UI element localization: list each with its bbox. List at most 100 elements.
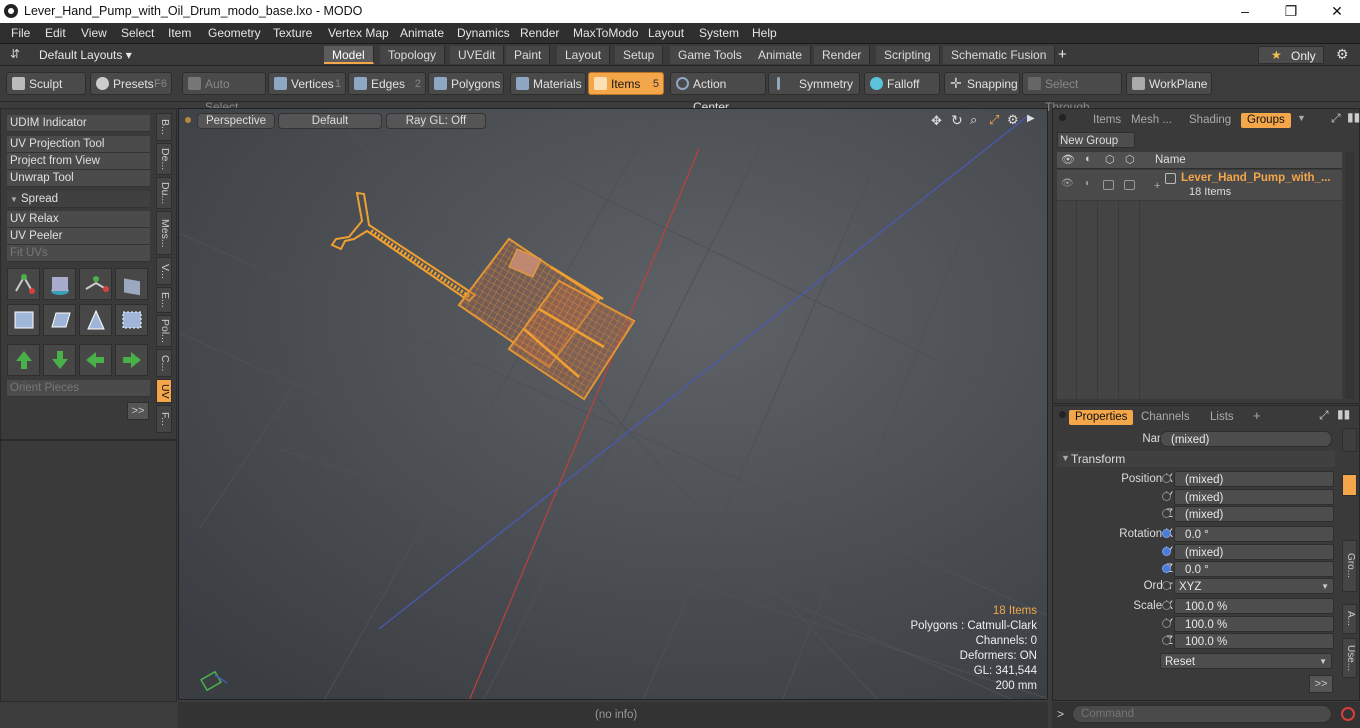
uv-move-icon[interactable] [79, 268, 112, 300]
name-field[interactable]: (mixed) [1160, 431, 1332, 447]
position-y-field[interactable]: (mixed) [1174, 489, 1334, 505]
record-icon[interactable] [1341, 707, 1355, 721]
menu-animate[interactable]: Animate [400, 26, 444, 40]
fit-uvs-button[interactable]: Fit UVs [7, 245, 150, 262]
props-more-button[interactable]: >> [1309, 675, 1333, 693]
viewport-options-icon[interactable] [185, 117, 191, 123]
vtab-fusion[interactable]: F... [156, 405, 172, 433]
uv-peeler-button[interactable]: UV Peeler [7, 228, 150, 245]
menu-dynamics[interactable]: Dynamics [457, 26, 510, 40]
props-options-icon[interactable] [1059, 411, 1066, 418]
panel-options-icon[interactable] [1059, 114, 1066, 121]
orient-pieces-button[interactable]: Orient Pieces [7, 380, 150, 397]
udim-indicator-button[interactable]: UDIM Indicator [7, 115, 150, 132]
menu-edit[interactable]: Edit [45, 26, 66, 40]
uv-box-icon[interactable] [115, 268, 148, 300]
select-through-button[interactable]: Select Through [1022, 72, 1122, 114]
vtab-groups[interactable]: Gro... [1342, 540, 1357, 592]
tab-setup[interactable]: Setup [615, 46, 664, 64]
scale-z-field[interactable]: 100.0 % [1174, 633, 1334, 649]
uv-plane-grid-icon[interactable] [43, 304, 76, 336]
position-x-key-icon[interactable] [1162, 474, 1171, 483]
vtab-props-active[interactable] [1342, 474, 1357, 496]
raygl-button[interactable]: Ray GL: Off [386, 113, 486, 129]
props-menu-icon[interactable]: ▮▮ [1337, 407, 1350, 421]
visibility-eye-icon[interactable]: 👁 [1061, 153, 1075, 166]
vtab-mesh-edit[interactable]: Mes... [156, 211, 172, 255]
scale-z-key-icon[interactable] [1162, 636, 1171, 645]
add-tab-button[interactable]: + [1050, 46, 1075, 64]
expand-plus-icon[interactable]: + [1154, 180, 1160, 192]
snapping-button[interactable]: ✛ Snapping [944, 72, 1020, 95]
row-select-checkbox[interactable] [1124, 180, 1135, 190]
vtab-props-handle[interactable] [1342, 428, 1357, 452]
menu-vertex-map[interactable]: Vertex Map [328, 26, 389, 40]
group-row[interactable]: 👁 ◐ + Lever_Hand_Pump_with_... 18 Items [1057, 170, 1342, 200]
items-button[interactable]: Items 5 [588, 72, 664, 95]
order-key-icon[interactable] [1162, 581, 1171, 590]
menu-item[interactable]: Item [168, 26, 191, 40]
play-icon[interactable]: ▶ [1027, 113, 1035, 124]
tab-schematic-fusion[interactable]: Schematic Fusion [943, 46, 1056, 64]
rotation-x-field[interactable]: 0.0 ° [1174, 526, 1334, 542]
default-shading-button[interactable]: Default [278, 113, 382, 129]
tab-layout[interactable]: Layout [557, 46, 611, 64]
rotation-z-field[interactable]: 0.0 ° [1174, 561, 1334, 577]
edges-button[interactable]: Edges 2 [348, 72, 426, 95]
tab-animate[interactable]: Animate [750, 46, 812, 64]
tab-properties[interactable]: Properties [1069, 410, 1134, 425]
scale-x-key-icon[interactable] [1162, 601, 1171, 610]
zoom-icon[interactable]: ⌕ [970, 112, 977, 128]
layout-expand-icon[interactable]: ⇵ [10, 47, 20, 61]
row-render-icon[interactable]: ◐ [1085, 178, 1091, 189]
uv-fit-grid-icon[interactable] [115, 304, 148, 336]
rotation-x-key-icon[interactable] [1162, 529, 1171, 538]
menu-layout[interactable]: Layout [648, 26, 684, 40]
vtab-basic[interactable]: B... [156, 113, 172, 141]
vtab-curve[interactable]: C... [156, 349, 172, 377]
vtab-duplicate[interactable]: Du... [156, 177, 172, 209]
menu-file[interactable]: File [11, 26, 30, 40]
tab-render[interactable]: Render [814, 46, 871, 64]
vtab-uv[interactable]: UV [156, 379, 172, 403]
tab-lists[interactable]: Lists [1210, 410, 1234, 425]
uv-transform-icon[interactable] [7, 268, 40, 300]
menu-select[interactable]: Select [121, 26, 154, 40]
row-eye-icon[interactable]: 👁 [1061, 178, 1074, 189]
action-center-button[interactable]: Action Center [670, 72, 766, 114]
menu-maxtomodo[interactable]: MaxToModo [573, 26, 638, 40]
maximize-viewport-icon[interactable]: ⤢ [989, 112, 999, 128]
symmetry-button[interactable]: Symmetry [768, 72, 860, 95]
new-group-button[interactable]: New Group [1057, 132, 1135, 148]
command-input[interactable] [1072, 705, 1332, 723]
scale-y-field[interactable]: 100.0 % [1174, 616, 1334, 632]
viewport-gear-icon[interactable]: ⚙ [1007, 112, 1019, 128]
3d-viewport[interactable]: Perspective Default Ray GL: Off ✥ ↻ ⌕ ⤢ … [178, 108, 1048, 700]
tab-model[interactable]: Model [324, 46, 374, 64]
minimize-icon[interactable]: – [1222, 0, 1268, 23]
polygons-button[interactable]: Polygons [428, 72, 504, 95]
pan-icon[interactable]: ✥ [931, 113, 942, 129]
position-z-key-icon[interactable] [1162, 509, 1171, 518]
rotate-icon[interactable]: ↻ [951, 112, 963, 129]
tab-paint[interactable]: Paint [506, 46, 551, 64]
arrow-right-icon[interactable] [115, 344, 148, 376]
workplane-button[interactable]: WorkPlane [1126, 72, 1212, 95]
select-icon[interactable]: ⬡ [1125, 153, 1135, 166]
tab-game-tools[interactable]: Game Tools [670, 46, 751, 64]
groups-scrollbar[interactable] [1345, 152, 1355, 399]
arrow-left-icon[interactable] [79, 344, 112, 376]
vtab-edge[interactable]: E... [156, 287, 172, 313]
scale-x-field[interactable]: 100.0 % [1174, 598, 1334, 614]
render-icon[interactable]: ◐ [1085, 153, 1092, 165]
falloff-button[interactable]: Falloff [864, 72, 940, 95]
vtab-user[interactable]: Use... [1342, 638, 1357, 678]
gear-icon[interactable]: ⚙ [1336, 46, 1349, 63]
expand-panel-icon[interactable]: ⤢ [1331, 111, 1341, 126]
uv-cylinder-icon[interactable] [43, 268, 76, 300]
vtab-deform[interactable]: De... [156, 143, 172, 175]
tab-topology[interactable]: Topology [380, 46, 446, 64]
uv-pyramid-icon[interactable] [79, 304, 112, 336]
menu-view[interactable]: View [81, 26, 107, 40]
panel-menu-icon[interactable]: ▮▮ [1347, 110, 1360, 124]
